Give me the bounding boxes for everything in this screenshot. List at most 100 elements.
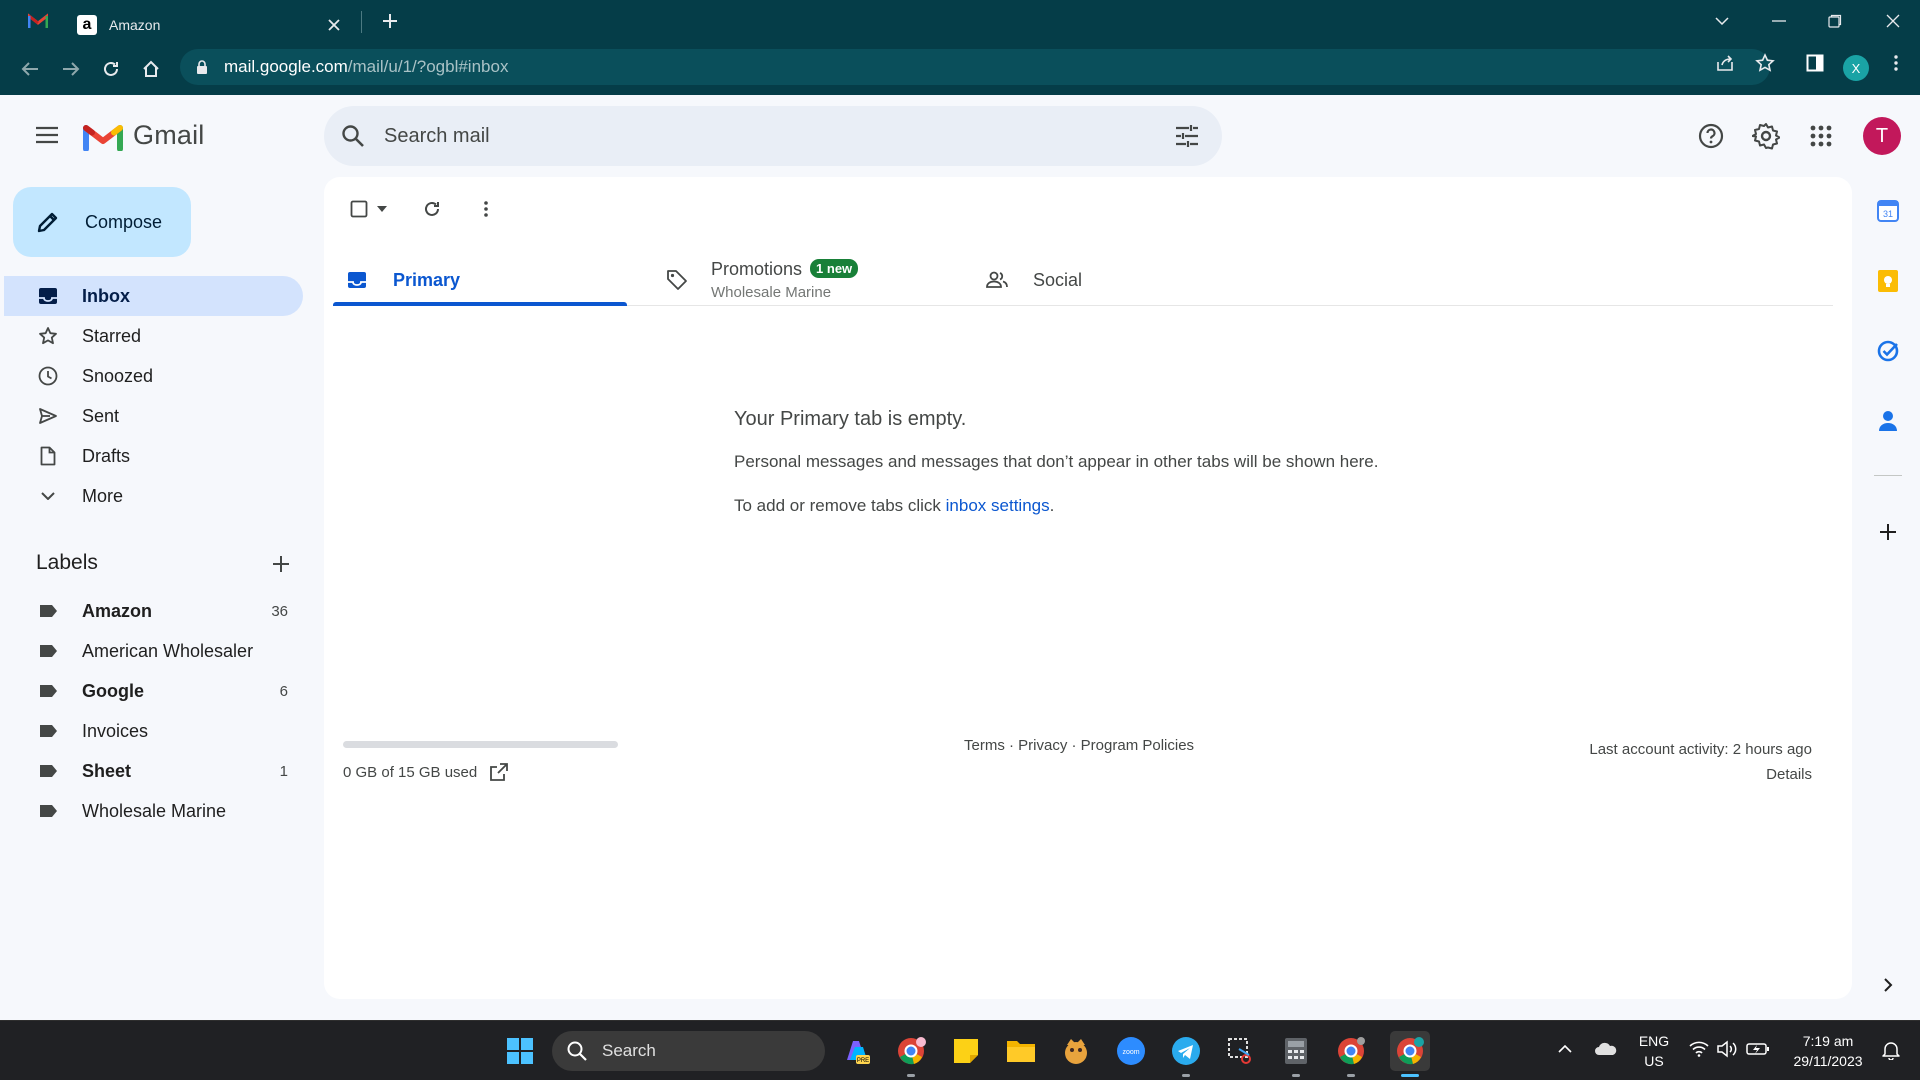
nav-item-starred[interactable]: Starred xyxy=(4,316,303,356)
tab-separator xyxy=(361,11,362,33)
browser-tab-strip: a Amazon xyxy=(0,0,1920,43)
browser-profile-avatar[interactable]: X xyxy=(1843,55,1869,81)
nav-label: Inbox xyxy=(82,285,130,306)
active-tab-indicator xyxy=(333,302,627,306)
zoom-app-icon[interactable]: zoom xyxy=(1115,1035,1147,1067)
snipping-tool-app-icon[interactable] xyxy=(1225,1035,1257,1067)
settings-gear-icon[interactable] xyxy=(1752,122,1780,150)
show-hidden-icons-chevron-icon[interactable] xyxy=(1555,1039,1575,1059)
select-dropdown-arrow-icon[interactable] xyxy=(374,194,390,224)
open-external-icon[interactable] xyxy=(489,762,509,782)
amazon-favicon-icon: a xyxy=(77,14,97,35)
nav-item-snoozed[interactable]: Snoozed xyxy=(4,356,303,396)
add-label-plus-icon[interactable] xyxy=(268,551,294,577)
windows-start-icon[interactable] xyxy=(504,1035,536,1067)
home-icon[interactable] xyxy=(138,56,164,82)
windows-taskbar: Search PRE zoom ENG US 7:19 am 29/11/202… xyxy=(0,1020,1920,1080)
search-input[interactable] xyxy=(384,124,1144,148)
lock-icon[interactable] xyxy=(194,59,210,75)
help-icon[interactable] xyxy=(1697,122,1725,150)
storage-usage-text[interactable]: 0 GB of 15 GB used xyxy=(343,762,509,782)
bookmark-star-icon[interactable] xyxy=(1754,52,1776,74)
reload-icon[interactable] xyxy=(98,56,124,82)
activity-details-link[interactable]: Details xyxy=(1589,762,1812,787)
select-all-checkbox[interactable] xyxy=(344,194,374,224)
battery-charging-icon[interactable] xyxy=(1746,1039,1770,1059)
chrome-profile-app-icon[interactable] xyxy=(895,1035,927,1067)
running-indicator xyxy=(1182,1074,1190,1077)
keep-app-icon[interactable] xyxy=(1876,269,1900,293)
forward-arrow-icon[interactable] xyxy=(58,56,84,82)
close-tab-icon[interactable] xyxy=(324,15,344,35)
label-name: American Wholesaler xyxy=(82,640,254,661)
promotions-tag-icon xyxy=(665,268,689,292)
show-side-panel-chevron-icon[interactable] xyxy=(1876,973,1900,997)
label-tag-icon xyxy=(37,720,59,742)
telegram-app-icon[interactable] xyxy=(1170,1035,1202,1067)
side-panel-icon[interactable] xyxy=(1804,52,1826,74)
wifi-icon[interactable] xyxy=(1688,1039,1710,1059)
label-item-sheet[interactable]: Sheet 1 xyxy=(4,751,303,791)
gmail-logo[interactable]: Gmail xyxy=(83,120,205,151)
nav-label: Starred xyxy=(82,325,142,346)
calendar-app-icon[interactable]: 31 xyxy=(1876,199,1900,223)
address-bar[interactable]: mail.google.com/mail/u/1/?ogbl#inbox xyxy=(180,49,1770,85)
notification-bell-icon[interactable] xyxy=(1880,1039,1902,1061)
copilot-app-icon[interactable]: PRE xyxy=(840,1035,872,1067)
label-item-american-wholesaler[interactable]: American Wholesaler xyxy=(4,631,303,671)
more-options-icon[interactable] xyxy=(471,194,501,224)
search-icon[interactable] xyxy=(340,123,366,149)
inbox-settings-link[interactable]: inbox settings xyxy=(946,496,1050,515)
clock-date[interactable]: 7:19 am 29/11/2023 xyxy=(1780,1031,1876,1071)
browser-tab-active[interactable]: a Amazon xyxy=(62,6,358,43)
gmail-tab-favicon[interactable] xyxy=(26,9,50,33)
game-app-icon[interactable] xyxy=(1060,1035,1092,1067)
new-tab-button[interactable] xyxy=(378,9,402,33)
nav-item-inbox[interactable]: Inbox xyxy=(4,276,303,316)
label-item-google[interactable]: Google 6 xyxy=(4,671,303,711)
calculator-app-icon[interactable] xyxy=(1280,1035,1312,1067)
sticky-notes-app-icon[interactable] xyxy=(950,1035,982,1067)
search-options-icon[interactable] xyxy=(1174,123,1200,149)
restore-window-icon[interactable] xyxy=(1820,6,1850,36)
refresh-icon[interactable] xyxy=(417,194,447,224)
google-apps-grid-icon[interactable] xyxy=(1807,122,1835,150)
label-item-amazon[interactable]: Amazon 36 xyxy=(4,591,303,631)
search-bar[interactable] xyxy=(324,106,1222,166)
footer-policy-links[interactable]: Terms · Privacy · Program Policies xyxy=(964,737,1194,754)
language-indicator[interactable]: ENG US xyxy=(1634,1031,1674,1071)
share-icon[interactable] xyxy=(1714,52,1736,74)
chrome-active-app-icon[interactable] xyxy=(1390,1031,1430,1071)
chrome-app-icon[interactable] xyxy=(1335,1035,1367,1067)
label-tag-icon xyxy=(37,800,59,822)
file-explorer-app-icon[interactable] xyxy=(1005,1035,1037,1067)
gmail-m-icon xyxy=(83,124,123,151)
taskbar-search-box[interactable]: Search xyxy=(552,1031,825,1071)
onedrive-cloud-icon[interactable] xyxy=(1594,1039,1618,1059)
get-addons-plus-icon[interactable] xyxy=(1876,520,1900,544)
tab-label: Social xyxy=(1033,269,1083,290)
labels-heading: Labels xyxy=(36,551,98,574)
label-item-invoices[interactable]: Invoices xyxy=(4,711,303,751)
browser-toolbar: mail.google.com/mail/u/1/?ogbl#inbox X xyxy=(0,43,1920,95)
clock-icon xyxy=(37,365,59,387)
tab-search-chevron-icon[interactable] xyxy=(1707,6,1737,36)
contacts-app-icon[interactable] xyxy=(1876,409,1900,433)
nav-label: More xyxy=(82,485,124,506)
main-menu-icon[interactable] xyxy=(34,122,60,148)
send-icon xyxy=(37,405,59,427)
label-item-wholesale-marine[interactable]: Wholesale Marine xyxy=(4,791,303,831)
label-name: Wholesale Marine xyxy=(82,800,227,821)
compose-button[interactable]: Compose xyxy=(13,187,191,257)
close-window-icon[interactable] xyxy=(1878,6,1908,36)
nav-item-sent[interactable]: Sent xyxy=(4,396,303,436)
draft-icon xyxy=(37,445,59,467)
tasks-app-icon[interactable] xyxy=(1876,339,1900,363)
nav-item-drafts[interactable]: Drafts xyxy=(4,436,303,476)
browser-menu-icon[interactable] xyxy=(1885,52,1907,74)
volume-icon[interactable] xyxy=(1716,1039,1738,1059)
minimize-window-icon[interactable] xyxy=(1764,6,1794,36)
account-avatar[interactable]: T xyxy=(1863,117,1901,155)
nav-item-more[interactable]: More xyxy=(4,476,303,516)
back-arrow-icon[interactable] xyxy=(17,56,43,82)
